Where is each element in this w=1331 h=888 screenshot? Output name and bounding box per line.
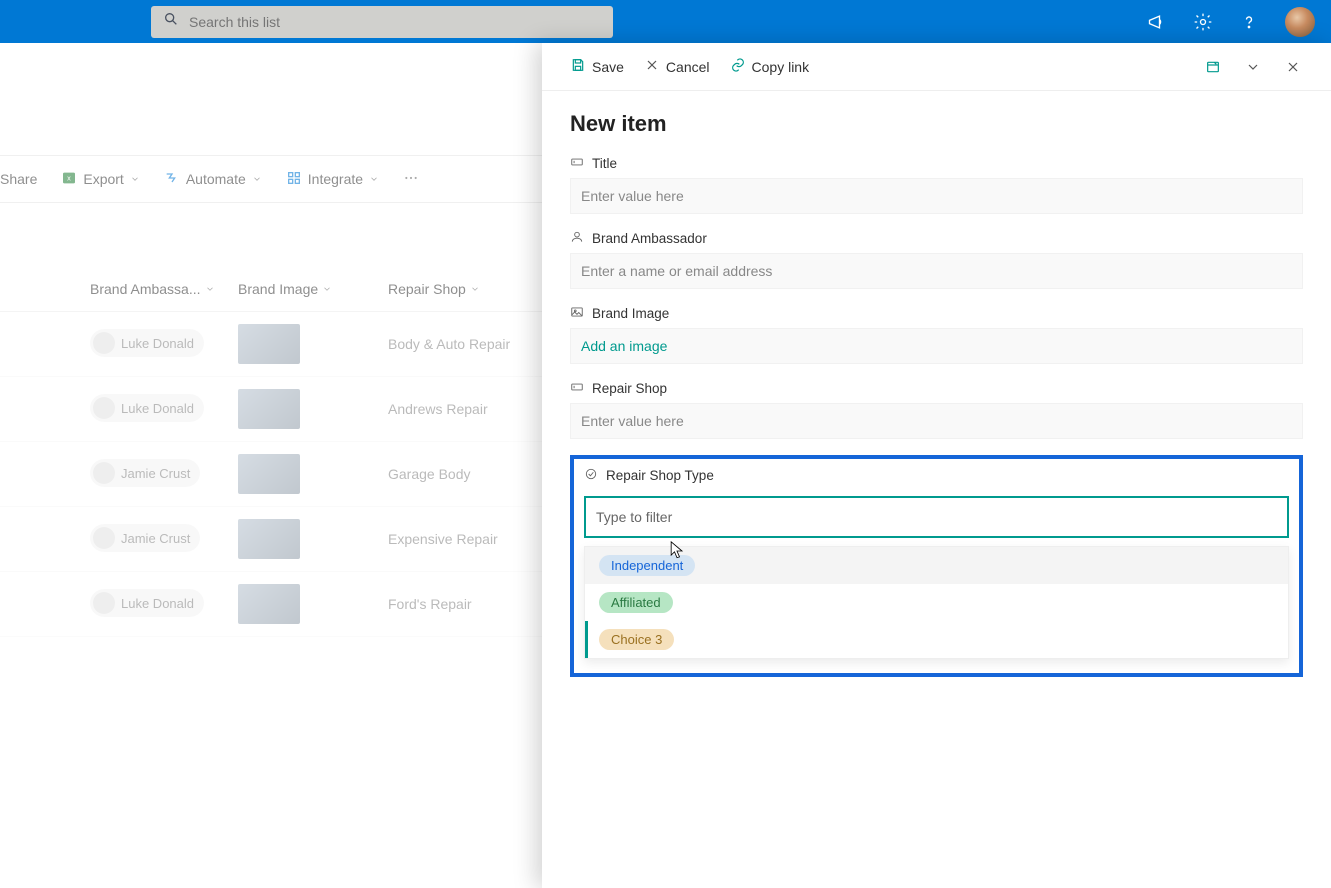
choice-chip: Choice 3 [599, 629, 674, 650]
title-input[interactable] [570, 178, 1303, 214]
avatar-icon [93, 462, 115, 484]
app-header [0, 0, 1331, 43]
field-label-text: Title [592, 156, 617, 171]
field-label-text: Brand Image [592, 306, 669, 321]
chevron-down-button[interactable] [1243, 57, 1263, 77]
add-image-label: Add an image [581, 338, 667, 354]
search-icon [163, 11, 189, 32]
column-brand-ambassador[interactable]: Brand Ambassa... [90, 281, 238, 297]
chevron-down-icon [252, 174, 262, 184]
export-button[interactable]: x Export [61, 170, 139, 189]
grid-icon [286, 170, 302, 189]
text-field-icon [570, 155, 584, 172]
avatar-icon [93, 527, 115, 549]
person-pill: Jamie Crust [90, 459, 200, 487]
copy-link-button[interactable]: Copy link [730, 57, 810, 76]
avatar-icon [93, 397, 115, 419]
add-image-link[interactable]: Add an image [570, 328, 1303, 364]
export-label: Export [83, 171, 123, 187]
save-icon [570, 57, 586, 76]
field-brand-ambassador: Brand Ambassador [570, 230, 1303, 289]
chevron-down-icon [130, 174, 140, 184]
field-title: Title [570, 155, 1303, 214]
repair-shop-input[interactable] [570, 403, 1303, 439]
person-pill: Luke Donald [90, 589, 204, 617]
save-button[interactable]: Save [570, 57, 624, 76]
person-name: Luke Donald [121, 401, 194, 416]
svg-text:x: x [68, 173, 72, 182]
panel-body: New item Title Brand Ambassador Brand Im… [542, 91, 1331, 697]
save-label: Save [592, 59, 624, 75]
image-thumbnail [238, 584, 300, 624]
cancel-label: Cancel [666, 59, 710, 75]
brand-ambassador-input[interactable] [570, 253, 1303, 289]
chevron-down-icon [322, 284, 332, 294]
more-button[interactable] [403, 170, 419, 189]
more-icon [403, 170, 419, 189]
person-pill: Jamie Crust [90, 524, 200, 552]
image-thumbnail [238, 519, 300, 559]
person-name: Luke Donald [121, 596, 194, 611]
column-label: Repair Shop [388, 281, 466, 297]
avatar[interactable] [1285, 7, 1315, 37]
field-label-text: Repair Shop Type [606, 468, 714, 483]
text-field-icon [570, 380, 584, 397]
choice-option-independent[interactable]: Independent [585, 547, 1288, 584]
person-pill: Luke Donald [90, 394, 204, 422]
image-icon [570, 305, 584, 322]
field-label-text: Repair Shop [592, 381, 667, 396]
panel-title: New item [570, 111, 1303, 137]
field-repair-shop: Repair Shop [570, 380, 1303, 439]
close-icon [644, 57, 660, 76]
new-item-panel: Save Cancel Copy link New item [542, 43, 1331, 888]
choice-chip: Independent [599, 555, 695, 576]
search-box[interactable] [151, 6, 613, 38]
cancel-button[interactable]: Cancel [644, 57, 710, 76]
avatar-icon [93, 592, 115, 614]
image-thumbnail [238, 389, 300, 429]
close-panel-button[interactable] [1283, 57, 1303, 77]
choice-chip: Affiliated [599, 592, 673, 613]
choice-option-affiliated[interactable]: Affiliated [585, 584, 1288, 621]
panel-toolbar: Save Cancel Copy link [542, 43, 1331, 91]
megaphone-icon[interactable] [1147, 12, 1167, 32]
chevron-down-icon [205, 284, 215, 294]
share-label: Share [0, 171, 37, 187]
image-thumbnail [238, 454, 300, 494]
image-thumbnail [238, 324, 300, 364]
excel-icon: x [61, 170, 77, 189]
customize-form-button[interactable] [1203, 57, 1223, 77]
integrate-button[interactable]: Integrate [286, 170, 379, 189]
field-brand-image: Brand Image Add an image [570, 305, 1303, 364]
gear-icon[interactable] [1193, 12, 1213, 32]
field-label-text: Brand Ambassador [592, 231, 707, 246]
automate-button[interactable]: Automate [164, 170, 262, 189]
column-label: Brand Image [238, 281, 318, 297]
share-button[interactable]: Share [0, 171, 37, 187]
copy-link-label: Copy link [752, 59, 810, 75]
column-label: Brand Ambassa... [90, 281, 201, 297]
automate-label: Automate [186, 171, 246, 187]
person-name: Jamie Crust [121, 466, 190, 481]
person-pill: Luke Donald [90, 329, 204, 357]
integrate-label: Integrate [308, 171, 363, 187]
flow-icon [164, 170, 180, 189]
repair-shop-type-filter-input[interactable] [584, 496, 1289, 538]
column-brand-image[interactable]: Brand Image [238, 281, 388, 297]
person-name: Jamie Crust [121, 531, 190, 546]
field-repair-shop-type-highlighted: Repair Shop Type Independent Affiliated … [570, 455, 1303, 677]
search-input[interactable] [189, 14, 601, 30]
link-icon [730, 57, 746, 76]
choice-dropdown: Independent Affiliated Choice 3 [584, 546, 1289, 659]
chevron-down-icon [369, 174, 379, 184]
help-icon[interactable] [1239, 12, 1259, 32]
choice-icon [584, 467, 598, 484]
choice-option-choice-3[interactable]: Choice 3 [585, 621, 1288, 658]
person-icon [570, 230, 584, 247]
header-actions [1147, 7, 1315, 37]
chevron-down-icon [470, 284, 480, 294]
avatar-icon [93, 332, 115, 354]
person-name: Luke Donald [121, 336, 194, 351]
column-repair-shop[interactable]: Repair Shop [388, 281, 538, 297]
